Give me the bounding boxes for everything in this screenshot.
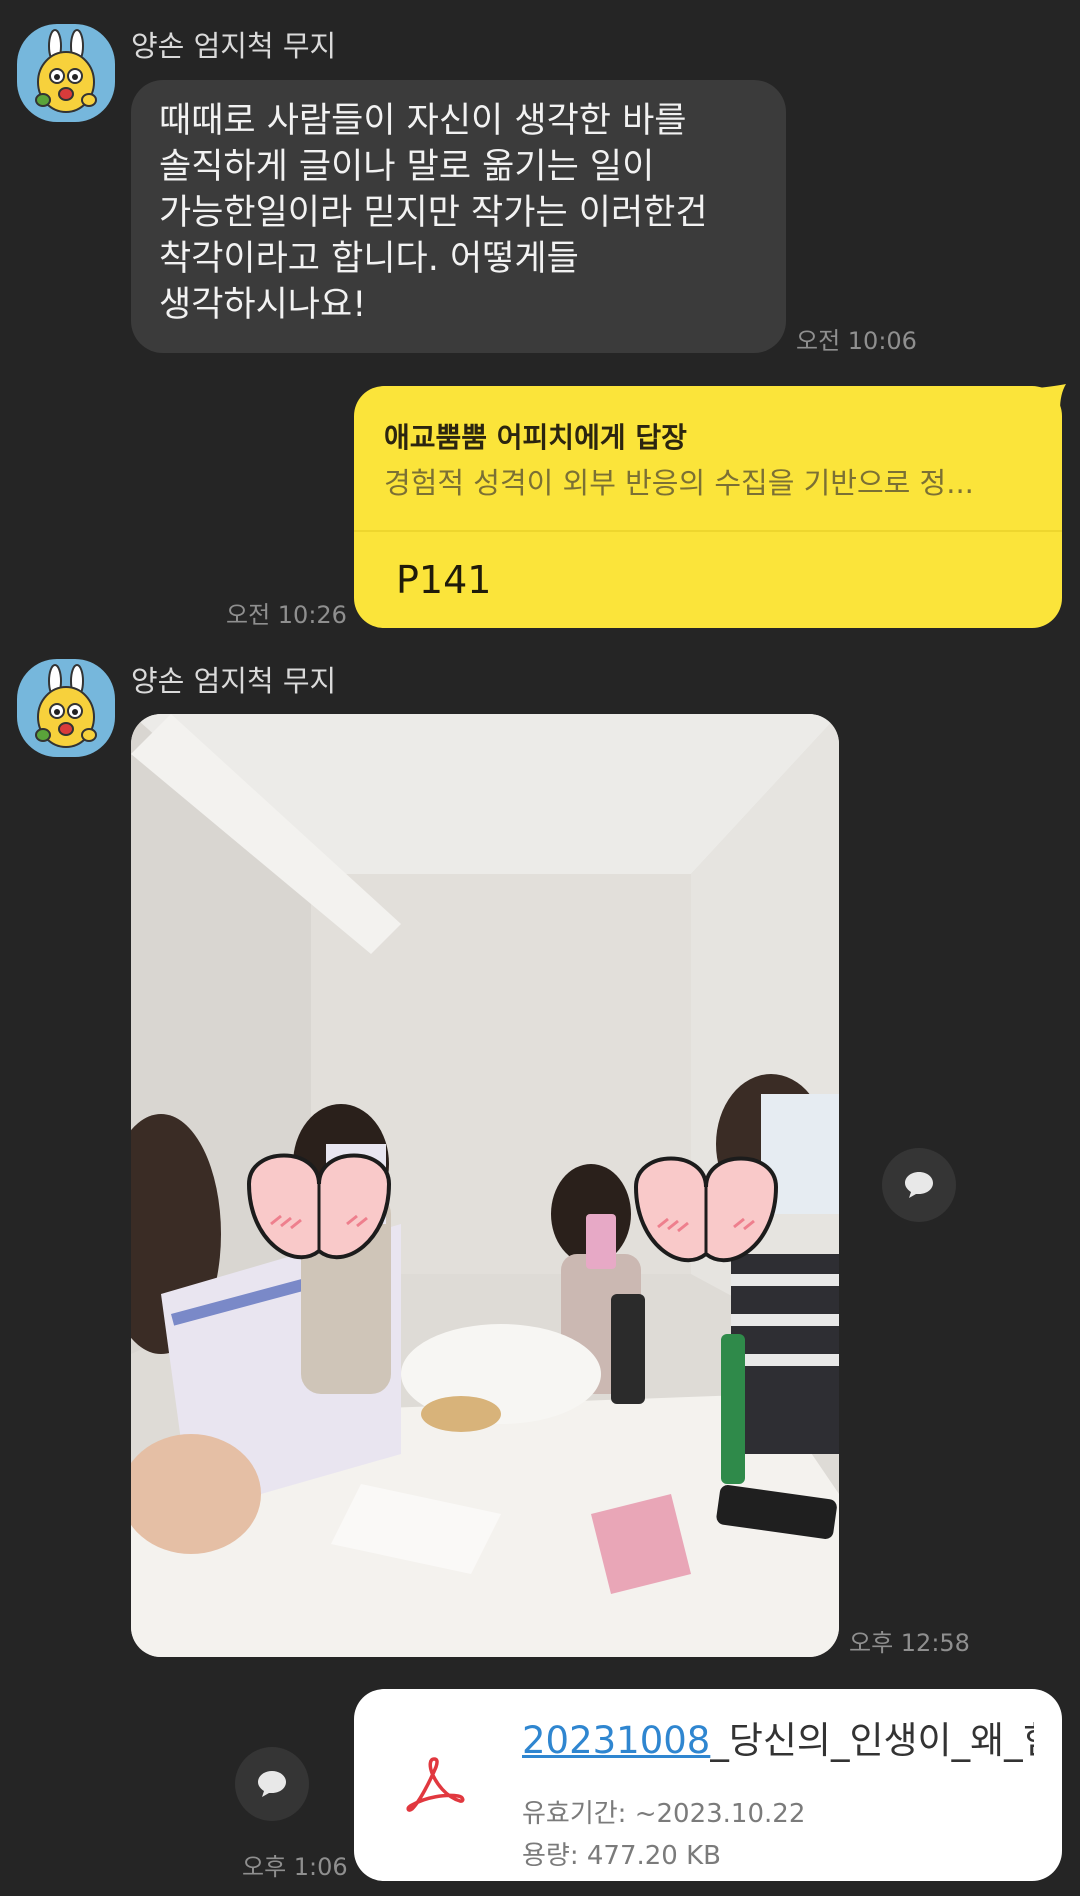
shared-photo[interactable] bbox=[131, 714, 839, 1657]
photo-image bbox=[131, 714, 839, 1657]
reply-message-bubble[interactable]: 애교뿜뿜 어피치에게 답장 경험적 성격이 외부 반응의 수집을 기반으로 정.… bbox=[354, 386, 1062, 628]
message-line: 솔직하게 글이나 말로 옮기는 일이 bbox=[159, 147, 655, 187]
sender-name: 양손 엄지척 무지 bbox=[131, 664, 337, 698]
reply-message-text: P141 bbox=[396, 558, 492, 602]
message-time: 오전 10:06 bbox=[796, 327, 917, 355]
file-expiry: 유효기간: ~2023.10.22 bbox=[522, 1799, 806, 1829]
speech-bubble-share-icon bbox=[258, 1771, 286, 1797]
sender-name: 양손 엄지척 무지 bbox=[131, 29, 337, 63]
reply-target-label[interactable]: 애교뿜뿜 어피치에게 답장 bbox=[384, 416, 687, 456]
message-time: 오전 10:26 bbox=[226, 601, 347, 629]
file-size: 용량: 477.20 KB bbox=[522, 1841, 721, 1871]
pdf-acrobat-icon bbox=[406, 1757, 465, 1812]
share-button[interactable] bbox=[235, 1747, 309, 1821]
quoted-message-preview[interactable]: 경험적 성격이 외부 반응의 수집을 기반으로 정... bbox=[384, 460, 1034, 502]
speech-bubble-share-icon bbox=[905, 1172, 933, 1198]
message-line: 때때로 사람들이 자신이 생각한 바를 bbox=[159, 101, 687, 141]
message-line: 가능한일이라 믿지만 작가는 이러한건 bbox=[159, 193, 708, 233]
sender-avatar[interactable] bbox=[17, 24, 115, 122]
file-name[interactable]: 20231008_당신의_인생이_왜_힘 bbox=[522, 1717, 1034, 1765]
message-time: 오후 12:58 bbox=[849, 1629, 970, 1657]
file-name-link[interactable]: 20231008 bbox=[522, 1719, 710, 1762]
message-bubble[interactable]: 때때로 사람들이 자신이 생각한 바를 솔직하게 글이나 말로 옮기는 일이 가… bbox=[131, 80, 786, 353]
muzi-character-icon bbox=[35, 664, 97, 748]
share-button[interactable] bbox=[882, 1148, 956, 1222]
divider bbox=[354, 530, 1062, 532]
muzi-character-icon bbox=[35, 29, 97, 113]
message-line: 생각하시나요! bbox=[159, 285, 367, 325]
file-name-rest: _당신의_인생이_왜_힘 bbox=[710, 1719, 1034, 1762]
message-time: 오후 1:06 bbox=[242, 1853, 348, 1881]
file-attachment-card[interactable]: 20231008_당신의_인생이_왜_힘 유효기간: ~2023.10.22 용… bbox=[354, 1689, 1062, 1881]
message-line: 착각이라고 합니다. 어떻게들 bbox=[159, 239, 579, 279]
sender-avatar[interactable] bbox=[17, 659, 115, 757]
